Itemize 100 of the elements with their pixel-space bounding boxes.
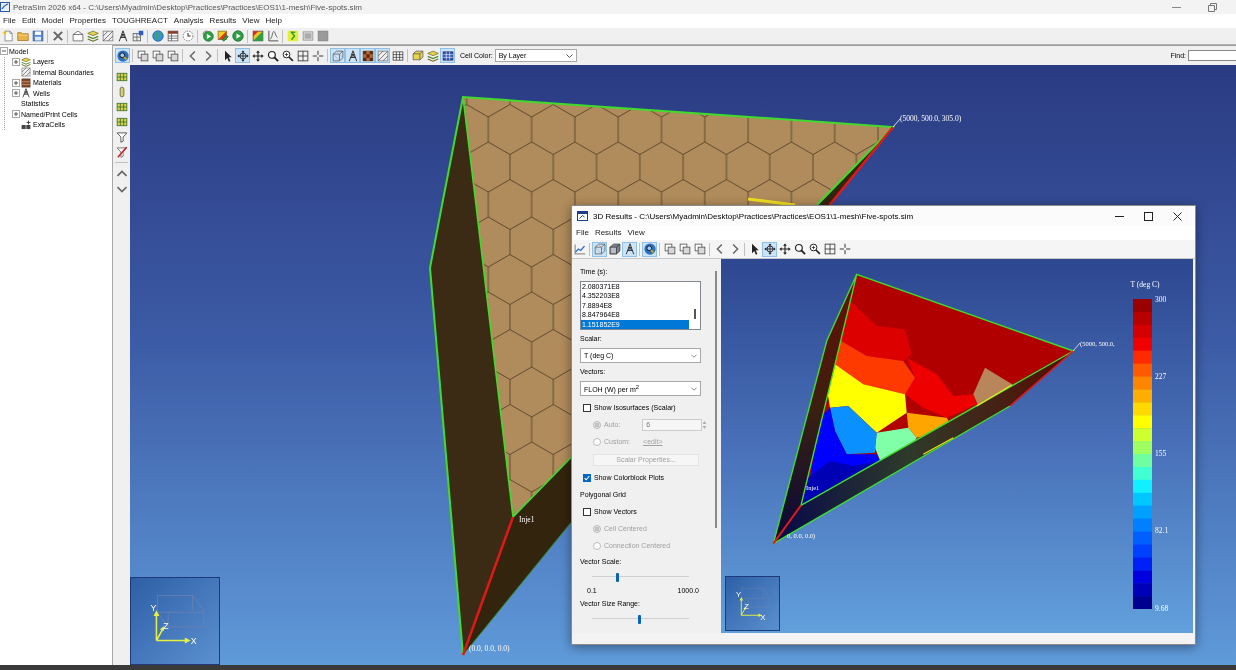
move-icon [778, 243, 791, 255]
toolbar-button[interactable] [360, 48, 375, 63]
plot-icon [266, 30, 279, 42]
zoom-plus-icon [808, 243, 821, 255]
menu-item[interactable]: Edit [18, 15, 39, 27]
globe-icon [151, 30, 164, 42]
restore-button[interactable] [1205, 1, 1219, 13]
window-icon [577, 211, 588, 221]
checkbox[interactable] [583, 403, 591, 412]
slider-thumb[interactable] [615, 572, 619, 582]
toolbar-button[interactable] [165, 28, 180, 44]
expand-icon[interactable] [12, 110, 20, 119]
scrollbar-thumb[interactable] [715, 271, 717, 528]
crosshair-icon [838, 243, 851, 255]
toolbar-button[interactable] [642, 241, 657, 257]
squares-icon [136, 49, 149, 62]
save-icon [31, 30, 44, 42]
maximize-icon [1143, 211, 1153, 221]
material-icon [21, 77, 31, 88]
window-title: 3D Results - C:\Users\Myadmin\Desktop\Practices\Practices\EOS1\1-mesh\Five-spots.sim [593, 211, 914, 221]
toolbar-button[interactable] [622, 241, 637, 257]
menu-item[interactable]: View [239, 15, 263, 27]
menu-item[interactable]: View [624, 227, 648, 239]
slider-thumb[interactable] [638, 614, 641, 624]
menu-item[interactable]: Results [591, 227, 625, 239]
wireframe-icon [593, 243, 606, 255]
menu-item[interactable]: Model [38, 15, 67, 27]
clock-icon [181, 30, 194, 42]
pentagon-icon [71, 30, 84, 42]
filled-grid-icon [441, 49, 454, 62]
toolbar-button[interactable] [607, 241, 622, 257]
squares-icon [693, 243, 706, 255]
rotate-icon [236, 49, 249, 62]
new-file-icon [1, 30, 14, 42]
run-icon [201, 30, 214, 42]
toolbar-button[interactable] [792, 241, 807, 257]
collapse-icon[interactable] [0, 47, 8, 56]
play-icon [231, 30, 244, 42]
expand-icon[interactable] [12, 57, 20, 66]
checkbox[interactable] [583, 473, 591, 482]
toolbar-button[interactable] [807, 241, 822, 257]
grid-cells-icon [115, 100, 128, 113]
table-icon [166, 30, 179, 42]
menu-item[interactable]: Analysis [170, 15, 207, 27]
axes-drawing [739, 587, 770, 618]
hatch-icon [376, 49, 389, 62]
line-chart-icon [573, 243, 586, 255]
menu-item[interactable]: File [0, 15, 19, 27]
menu-item[interactable]: File [573, 227, 592, 239]
checkbox[interactable] [583, 507, 591, 516]
menu-item[interactable]: TOUGHREACT [108, 15, 171, 27]
toolbar-button[interactable] [235, 48, 250, 63]
find-field[interactable] [1188, 50, 1236, 61]
grid-cells-icon [115, 70, 128, 83]
menu-item[interactable]: Help [262, 15, 285, 27]
squares-icon [678, 243, 691, 255]
well-line [1009, 350, 1075, 407]
block-icon [411, 49, 424, 62]
expand-icon[interactable] [12, 78, 20, 87]
toolbar-button[interactable] [280, 48, 295, 63]
cube-icon [608, 243, 621, 255]
axis-label: Y [150, 603, 157, 614]
toolbar-button[interactable] [250, 48, 265, 63]
caret-icon [691, 386, 697, 391]
move-icon [251, 49, 264, 62]
axis-label: X [190, 636, 197, 647]
toolbar-button[interactable] [777, 241, 792, 257]
filter-icon [115, 130, 128, 143]
close-icon [1172, 211, 1182, 221]
checker-icon [361, 49, 374, 62]
menu-item[interactable]: Properties [66, 15, 109, 27]
crosshair-icon [311, 49, 324, 62]
derrick-icon [21, 88, 31, 99]
toolbar-button[interactable] [440, 48, 455, 63]
layers-icon [86, 30, 99, 42]
zoom-icon [793, 243, 806, 255]
rotate-icon [763, 243, 776, 255]
cells-plus-icon [21, 119, 31, 130]
expand-icon[interactable] [12, 89, 20, 98]
window-title: PetraSim 2026 x64 - C:\Users\Myadmin\Desktop\Practices\Practices\EOS1\1-mesh\Five-spots.sim [13, 2, 362, 12]
grid-icon [391, 49, 404, 62]
toolbar-button[interactable] [265, 48, 280, 63]
checkmark-icon [584, 474, 590, 481]
toolbar-button[interactable] [345, 48, 360, 63]
toolbar-button[interactable] [762, 241, 777, 257]
caret-icon [565, 53, 573, 58]
axis-label: Z [163, 620, 169, 631]
menu-item[interactable]: Results [206, 15, 240, 27]
color-square-icon [251, 30, 264, 42]
pencil-square-icon [216, 30, 229, 42]
derrick-icon [623, 243, 636, 255]
scrollbar-thumb[interactable] [694, 309, 696, 319]
squares-icon [166, 49, 179, 62]
toolbar-button[interactable] [390, 48, 405, 63]
squares-icon [663, 243, 676, 255]
wireframe-icon [331, 49, 344, 62]
axes-drawing [153, 595, 204, 644]
layers-icon [426, 49, 439, 62]
toolbar-button[interactable] [115, 48, 130, 63]
derrick-icon [116, 30, 129, 42]
